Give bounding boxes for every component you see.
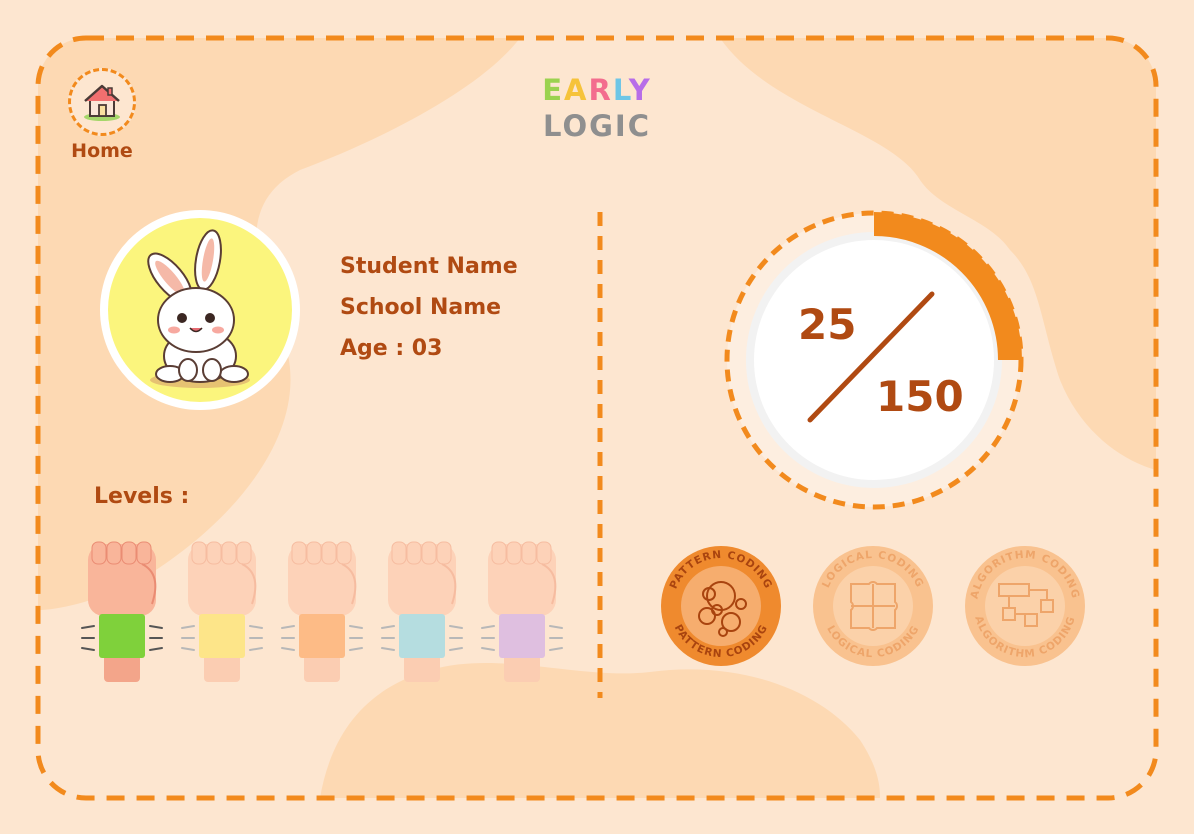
home-button[interactable] [68,68,136,136]
level-band [499,614,545,658]
house-icon [84,84,120,121]
level-item[interactable] [481,541,563,682]
logo-logic: LOGIC [543,109,651,143]
level-item[interactable] [281,541,363,682]
level-band [399,614,445,658]
logo-letter: R [588,73,613,107]
score-face [754,240,994,480]
logo-letter: A [564,73,589,107]
logo-letter: E [542,73,565,107]
score-ring [724,210,1024,510]
badge-pattern-coding[interactable]: PATTERN CODINGPATTERN CODING [659,544,783,668]
level-item[interactable] [81,541,163,682]
student-name: Student Name [340,254,518,279]
badge-logical-coding[interactable]: LOGICAL CODINGLOGICAL CODING [811,544,935,668]
level-item[interactable] [381,541,463,682]
score-total: 150 [876,372,964,421]
badge-algorithm-coding[interactable]: ALGORITHM CODINGALGORITHM CODING [963,544,1087,668]
level-band [299,614,345,658]
levels-track [81,541,563,682]
level-band [99,614,145,658]
level-item[interactable] [181,541,263,682]
student-avatar [100,210,300,410]
logo-letter: Y [628,73,652,107]
level-band [199,614,245,658]
logo-letter: L [612,73,629,107]
student-age: Age : 03 [340,336,443,361]
app-logo: EARLY LOGIC [497,72,697,144]
school-name: School Name [340,295,502,320]
home-label[interactable]: Home [58,140,146,162]
score-current: 25 [798,300,857,349]
logo-early: EARLY [497,72,697,108]
levels-title: Levels : [94,484,190,509]
